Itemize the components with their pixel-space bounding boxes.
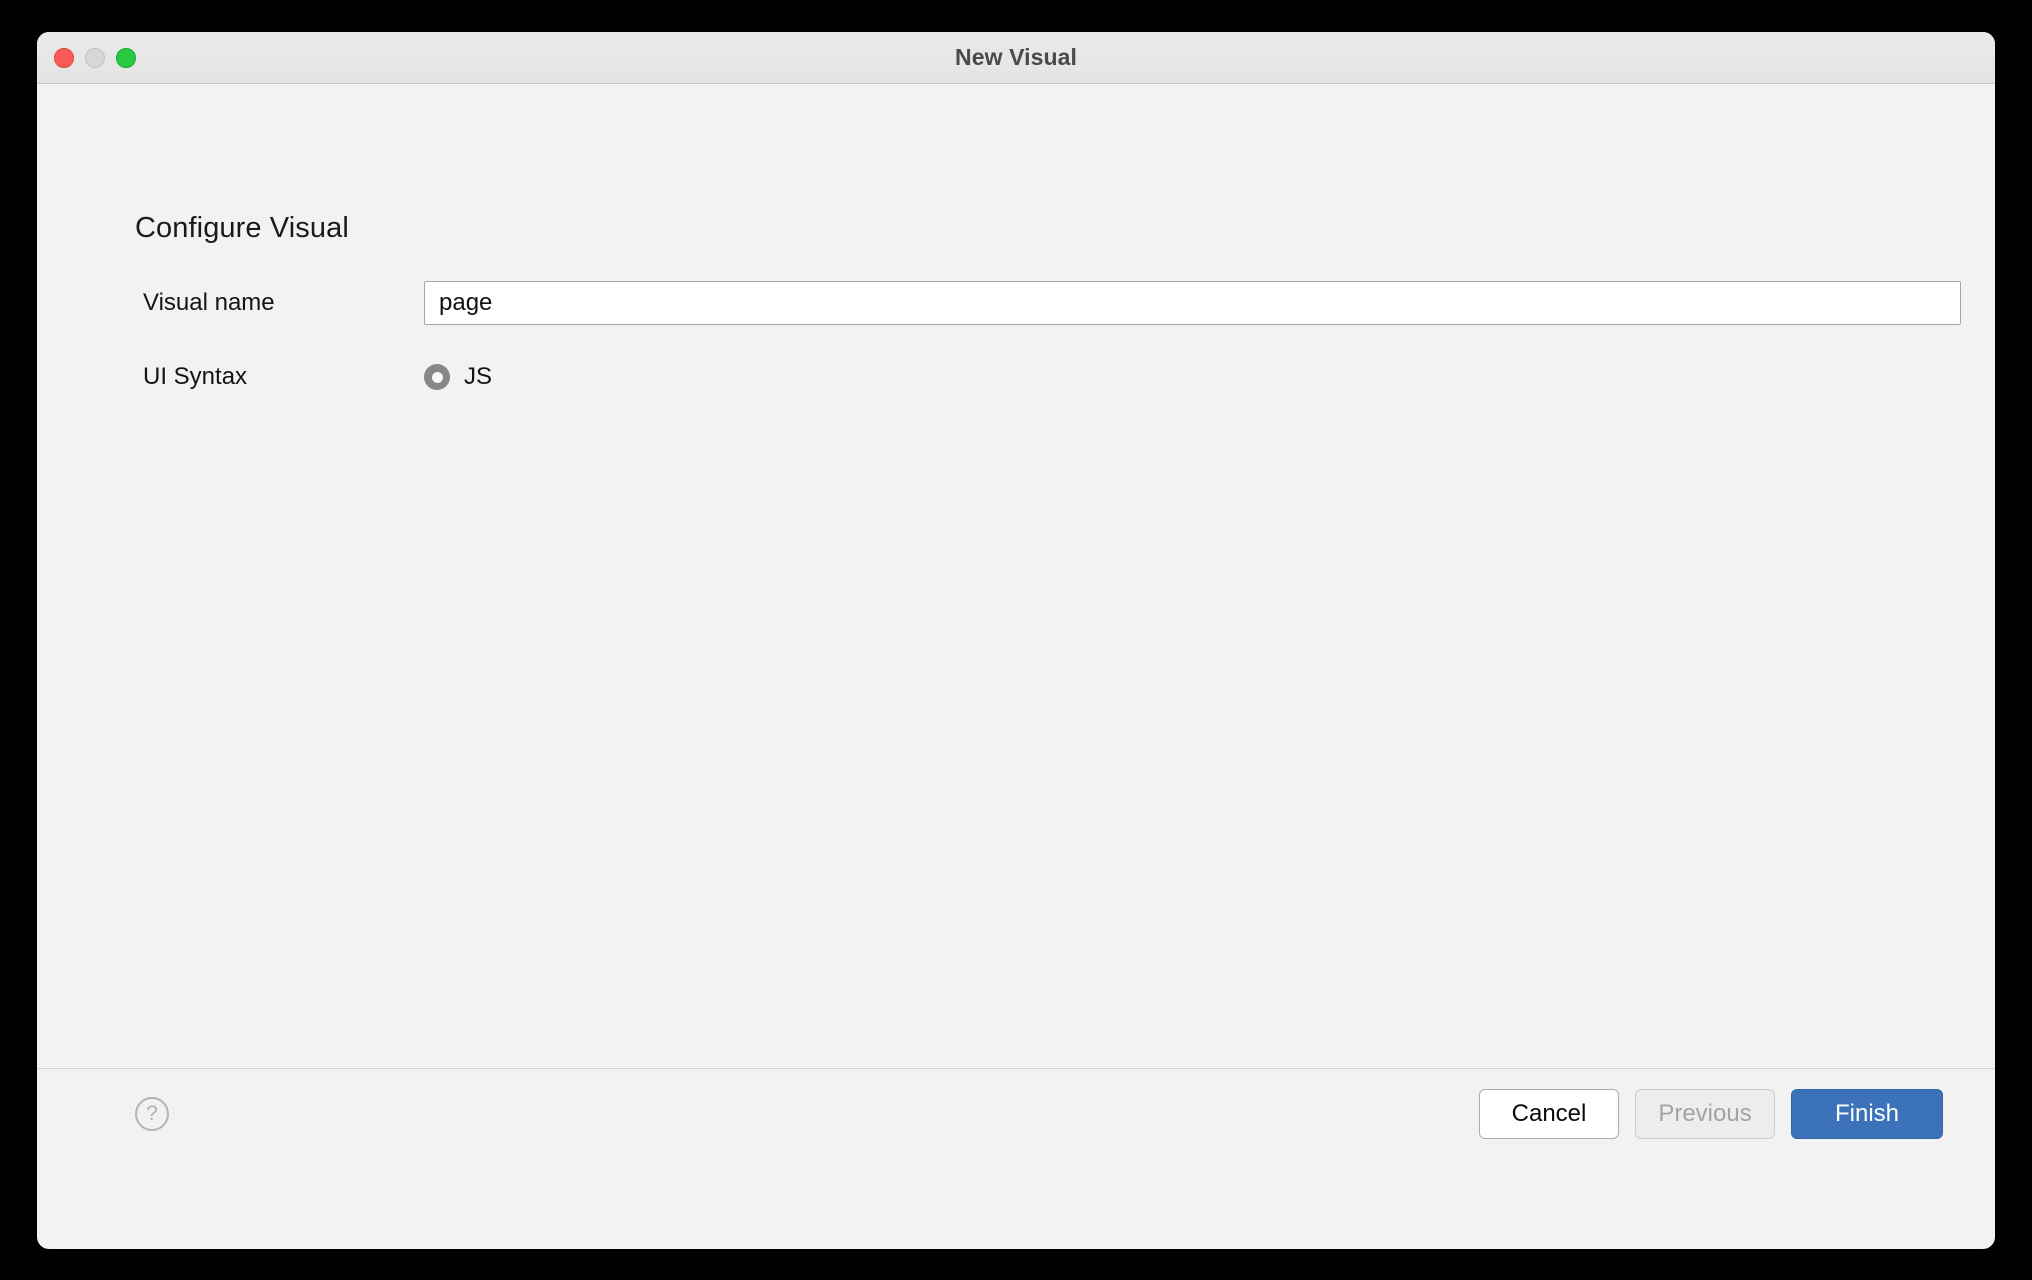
radio-js-label[interactable]: JS <box>464 363 492 391</box>
cancel-button[interactable]: Cancel <box>1479 1089 1619 1139</box>
window-title: New Visual <box>954 44 1078 70</box>
footer-button-group: Cancel Previous Finish <box>1479 1089 1943 1139</box>
visual-name-label: Visual name <box>143 289 275 316</box>
dialog-window: New Visual Configure Visual Visual name … <box>37 32 1995 1249</box>
close-window-button[interactable] <box>54 48 74 68</box>
window-titlebar: New Visual <box>37 32 1995 84</box>
previous-button[interactable]: Previous <box>1635 1089 1775 1139</box>
minimize-window-button[interactable] <box>85 48 105 68</box>
finish-button[interactable]: Finish <box>1791 1089 1943 1139</box>
window-controls <box>54 32 136 84</box>
visual-name-input[interactable] <box>424 281 1961 325</box>
radio-dot-icon <box>431 371 443 383</box>
page-title: Configure Visual <box>135 212 349 244</box>
maximize-window-button[interactable] <box>116 48 136 68</box>
visual-name-row: Visual name <box>37 280 1995 326</box>
dialog-footer: ? Cancel Previous Finish <box>37 1069 1995 1159</box>
help-icon[interactable]: ? <box>135 1097 169 1131</box>
dialog-content: Configure Visual Visual name UI Syntax J… <box>37 84 1995 1159</box>
radio-js-selected[interactable] <box>424 364 450 390</box>
desktop-background: New Visual Configure Visual Visual name … <box>0 0 2032 1280</box>
ui-syntax-radio-group: JS <box>424 354 492 400</box>
ui-syntax-row: UI Syntax JS <box>37 354 1995 400</box>
ui-syntax-label: UI Syntax <box>143 363 248 390</box>
